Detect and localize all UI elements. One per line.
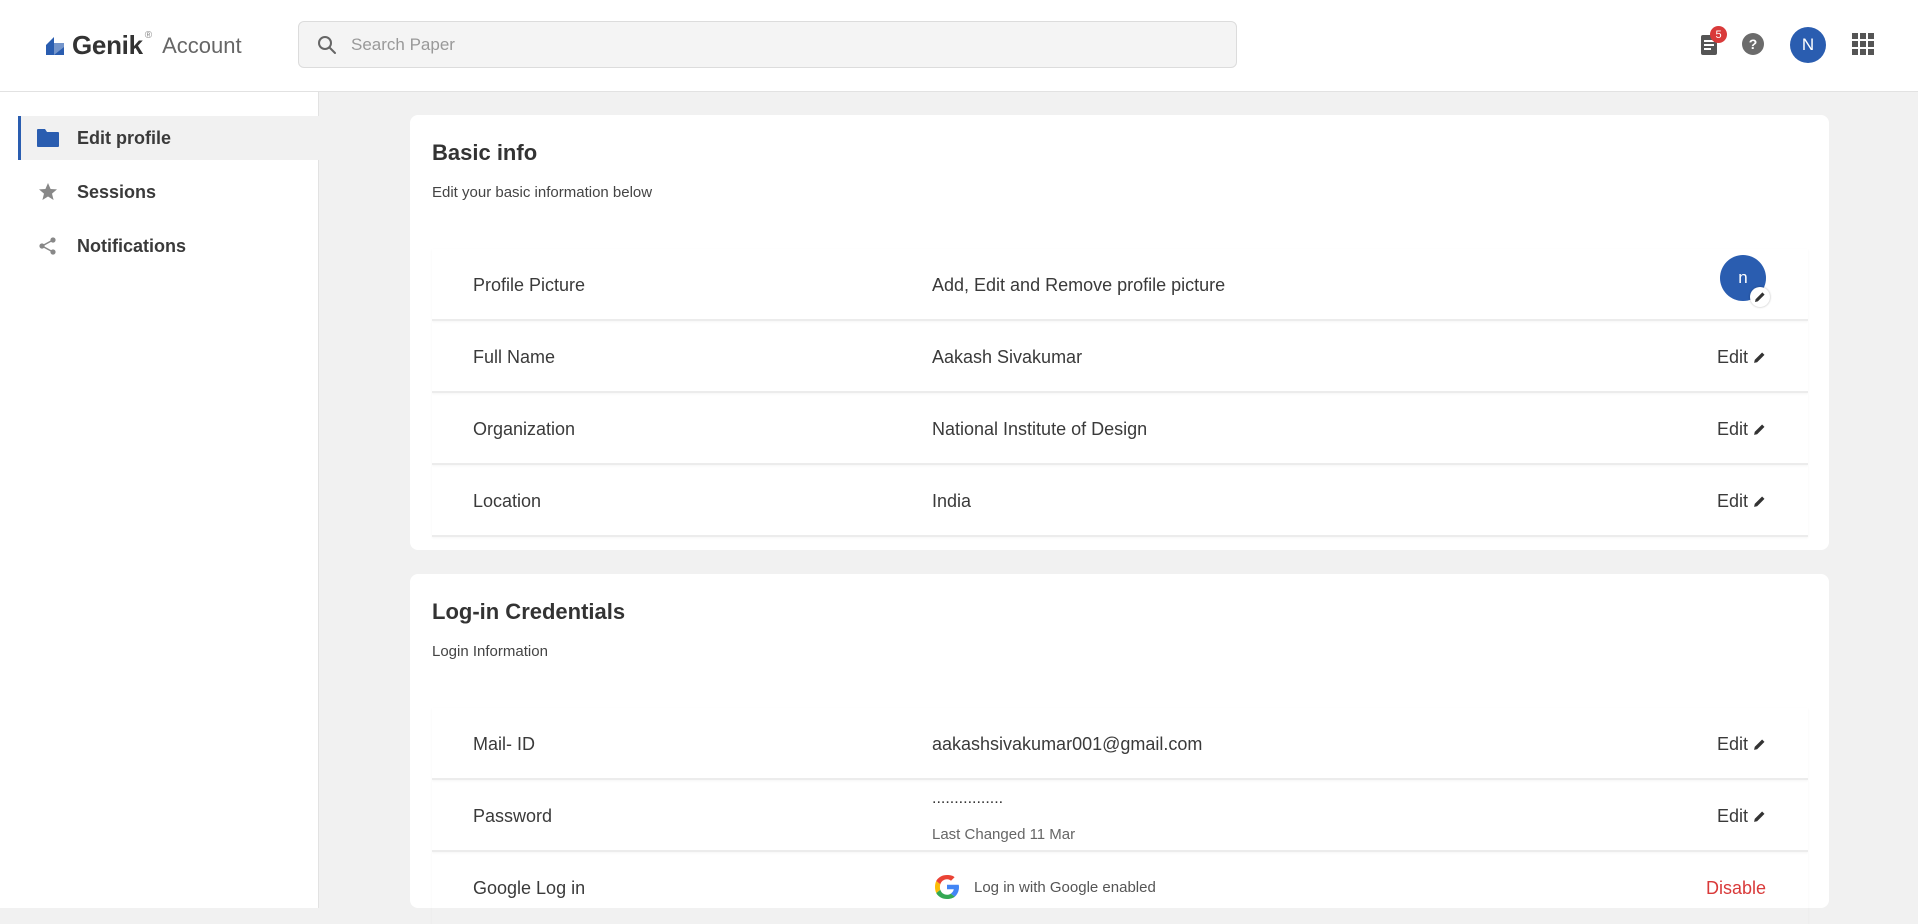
row-value: India (932, 491, 972, 511)
sidebar-item-sessions[interactable]: Sessions (18, 170, 319, 214)
edit-label: Edit (1716, 419, 1748, 439)
card-subtitle: Login Information (432, 643, 548, 660)
row-label: Organization (473, 419, 576, 439)
card-subtitle: Edit your basic information below (432, 184, 653, 201)
edit-label: Edit (1716, 734, 1748, 754)
search-icon (318, 35, 336, 54)
sidebar-item-edit-profile[interactable]: Edit profile (18, 116, 319, 160)
row-value: aakashsivakumar001@gmail.com (932, 734, 1203, 754)
row-value: Add, Edit and Remove profile picture (932, 275, 1226, 295)
row-label: Full Name (473, 347, 556, 367)
star-icon (36, 180, 60, 204)
pencil-icon (1754, 496, 1765, 507)
edit-label: Edit (1716, 806, 1748, 826)
disable-google-login-button[interactable]: Disable (1706, 878, 1766, 899)
brand-name: Genik (72, 30, 143, 60)
profile-picture-row: Profile Picture Add, Edit and Remove pro… (432, 249, 1808, 321)
mail-id-row: Mail- ID aakashsivakumar001@gmail.com Ed… (432, 708, 1808, 780)
card-title: Log-in Credentials (432, 599, 626, 624)
full-name-row: Full Name Aakash Sivakumar Edit (432, 321, 1808, 393)
google-status: Log in with Google enabled (932, 872, 1156, 902)
organization-row: Organization National Institute of Desig… (432, 393, 1808, 465)
row-value: National Institute of Design (932, 419, 1148, 439)
pencil-icon (1754, 739, 1765, 750)
search-input[interactable] (351, 34, 1211, 55)
sidebar-item-notifications[interactable]: Notifications (18, 224, 319, 268)
password-row: Password ................ Last Changed 1… (432, 780, 1808, 852)
sidebar-item-label: Notifications (77, 235, 187, 256)
search-bar[interactable] (298, 21, 1237, 68)
row-label: Mail- ID (473, 734, 535, 754)
pencil-icon (1754, 424, 1765, 435)
top-header: Genik ® Account 5 ? N (0, 0, 1918, 92)
password-masked-value: ................ (932, 790, 1004, 807)
edit-label: Edit (1716, 491, 1748, 511)
card-title: Basic info (432, 140, 538, 165)
location-row: Location India Edit (432, 465, 1808, 537)
row-label: Location (473, 491, 542, 511)
pencil-icon (1754, 352, 1765, 363)
share-icon (36, 234, 60, 258)
edit-organization-button[interactable]: Edit (1717, 419, 1766, 440)
edit-mail-button[interactable]: Edit (1717, 734, 1766, 755)
row-value: Aakash Sivakumar (932, 347, 1083, 367)
profile-picture-avatar[interactable]: n (1720, 255, 1770, 307)
pencil-icon (1754, 811, 1765, 822)
sidebar-item-label: Edit profile (77, 127, 171, 148)
row-label: Google Log in (473, 878, 586, 898)
edit-label: Edit (1716, 347, 1748, 367)
edit-location-button[interactable]: Edit (1717, 491, 1766, 512)
password-last-changed: Last Changed 11 Mar (932, 826, 1076, 843)
sidebar-item-label: Sessions (77, 181, 157, 202)
user-avatar-initial: N (1801, 35, 1815, 54)
edit-full-name-button[interactable]: Edit (1717, 347, 1766, 368)
notifications-button[interactable]: 5 (1698, 26, 1727, 57)
brand-logo-group[interactable]: Genik ® Account (44, 30, 242, 61)
brand-section-label: Account (162, 32, 242, 58)
avatar-initial: n (1738, 268, 1748, 287)
google-icon (935, 875, 959, 899)
help-button[interactable]: ? (1742, 33, 1764, 55)
help-icon: ? (1748, 36, 1758, 52)
pencil-icon[interactable] (1750, 287, 1770, 307)
user-avatar-button[interactable]: N (1790, 27, 1826, 63)
google-status-text: Log in with Google enabled (974, 878, 1156, 896)
edit-password-button[interactable]: Edit (1717, 806, 1766, 827)
apps-grid-icon[interactable] (1852, 33, 1874, 55)
folder-icon (36, 126, 60, 150)
credentials-card: Log-in Credentials Login Information Mai… (410, 574, 1829, 908)
brand-registered-mark: ® (144, 30, 153, 41)
row-label: Password (473, 806, 553, 826)
row-label: Profile Picture (473, 275, 586, 295)
sidebar: Edit profile Sessions Notifications (0, 92, 319, 908)
google-login-row: Google Log in Log in with Google enabled… (432, 852, 1808, 924)
basic-info-card: Basic info Edit your basic information b… (410, 115, 1829, 550)
genik-logo-icon (46, 36, 64, 55)
notification-count-badge: 5 (1710, 26, 1727, 43)
